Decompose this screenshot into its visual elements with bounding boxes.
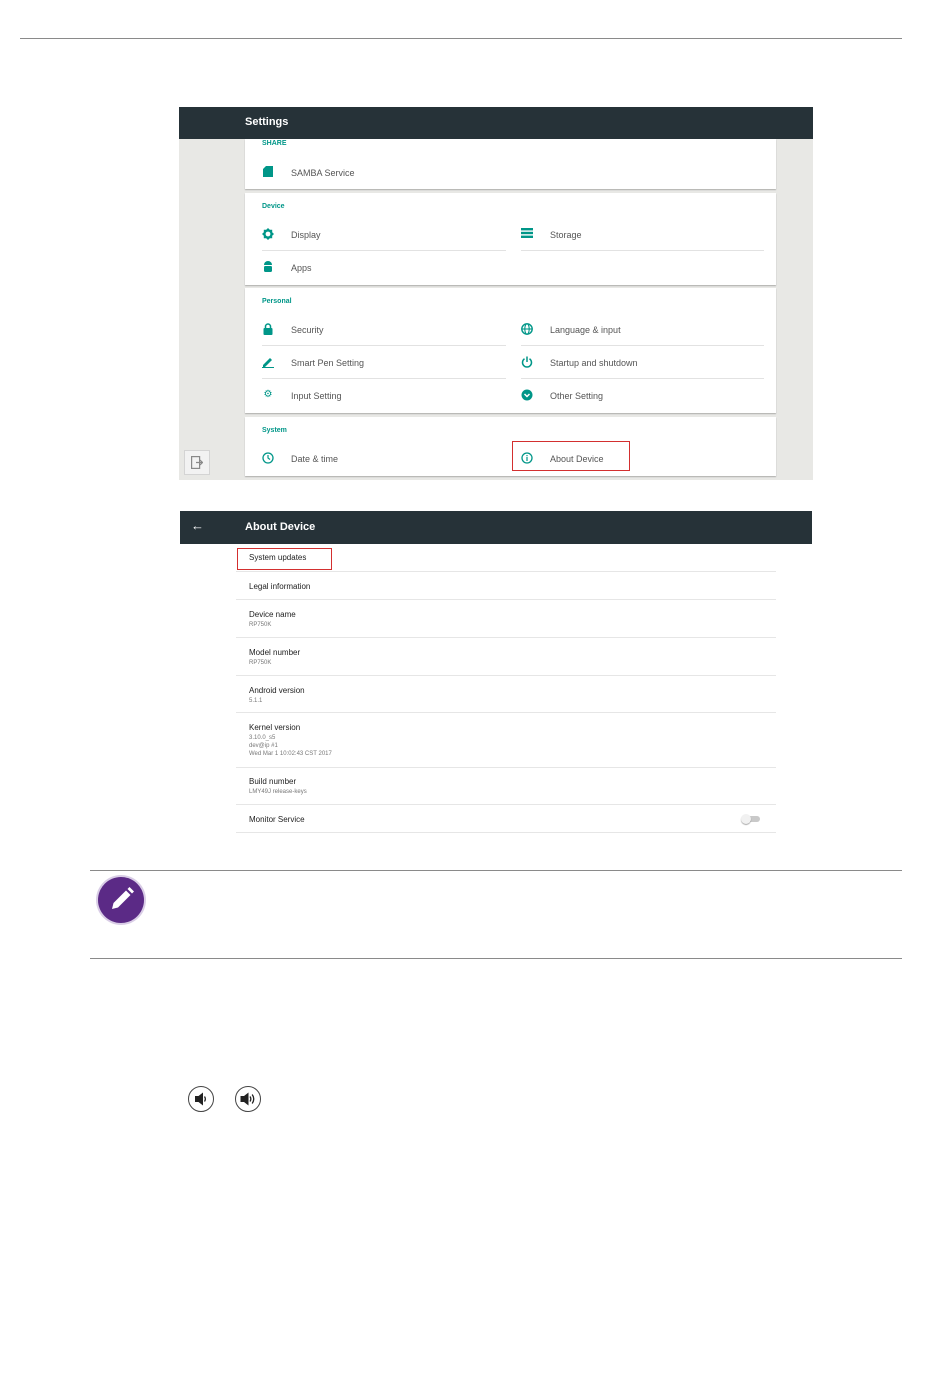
- divider: [236, 832, 776, 833]
- about-row-android-version[interactable]: Android version 5.1.1: [236, 676, 776, 713]
- row-value: Wed Mar 1 10:02:43 CST 2017: [249, 751, 332, 757]
- about-app-bar: ← About Device: [180, 511, 812, 544]
- settings-item-apps[interactable]: Apps: [262, 251, 506, 284]
- chevron-down-circle-icon: [521, 389, 533, 401]
- pencil-note-icon: [98, 877, 144, 923]
- exit-icon: [191, 456, 204, 474]
- system-updates-highlight: [237, 548, 332, 570]
- settings-item-storage[interactable]: Storage: [521, 218, 764, 251]
- device-section-header: Device: [262, 203, 285, 210]
- settings-title: Settings: [245, 116, 289, 128]
- row-value: 5.1.1: [249, 698, 263, 704]
- divider: [521, 250, 764, 251]
- about-row-build-number[interactable]: Build number LMY49J release-keys: [236, 768, 776, 805]
- row-value: 3.10.0_s5: [249, 735, 276, 741]
- toggle-knob: [741, 814, 751, 824]
- row-title: Android version: [249, 686, 305, 695]
- row-value: RP750K: [249, 622, 272, 628]
- note-top-rule: [90, 870, 902, 871]
- settings-item-label: Language & input: [550, 325, 621, 335]
- pen-icon: [262, 356, 274, 368]
- share-card: SHARE SAMBA Service: [245, 139, 776, 189]
- about-device-highlight: [512, 441, 630, 471]
- settings-item-smart-pen-setting[interactable]: Smart Pen Setting: [262, 346, 506, 379]
- row-title: Legal information: [249, 582, 311, 591]
- volume-down-icon: [188, 1086, 214, 1112]
- settings-item-label: SAMBA Service: [291, 168, 355, 178]
- settings-item-label: Input Setting: [291, 391, 342, 401]
- settings-item-label: Security: [291, 325, 324, 335]
- gear-icon: ⚙: [263, 389, 273, 400]
- settings-item-security[interactable]: Security: [262, 313, 506, 346]
- settings-item-input-setting[interactable]: ⚙ Input Setting: [262, 379, 506, 412]
- volume-up-icon: [235, 1086, 261, 1112]
- about-row-monitor-service[interactable]: Monitor Service: [236, 805, 776, 833]
- globe-icon: [521, 323, 533, 335]
- power-icon: [521, 356, 533, 368]
- row-value: RP750K: [249, 660, 272, 666]
- device-card: Device Display Storage Apps: [245, 193, 776, 285]
- settings-item-samba-service[interactable]: SAMBA Service: [262, 156, 502, 189]
- about-row-legal-information[interactable]: Legal information: [236, 572, 776, 600]
- row-value: LMY49J release-keys: [249, 789, 307, 795]
- settings-item-label: Smart Pen Setting: [291, 358, 365, 368]
- settings-app-bar: Settings: [179, 107, 813, 139]
- about-row-device-name[interactable]: Device name RP750K: [236, 600, 776, 638]
- settings-item-startup-shutdown[interactable]: Startup and shutdown: [521, 346, 764, 379]
- settings-item-language-input[interactable]: Language & input: [521, 313, 764, 346]
- about-row-model-number[interactable]: Model number RP750K: [236, 638, 776, 676]
- brightness-icon: [262, 228, 274, 240]
- top-rule: [20, 38, 902, 39]
- clock-icon: [262, 452, 274, 464]
- settings-item-label: Apps: [291, 263, 312, 273]
- settings-item-label: Display: [291, 230, 321, 240]
- settings-item-label: Startup and shutdown: [550, 358, 638, 368]
- settings-item-label: Storage: [550, 230, 582, 240]
- settings-item-label: Date & time: [291, 454, 339, 464]
- about-device-screenshot: ← About Device System updates Legal info…: [180, 511, 812, 836]
- row-value: dev@ip #1: [249, 743, 278, 749]
- settings-item-display[interactable]: Display: [262, 218, 506, 251]
- system-card: System Date & time About Device: [245, 417, 776, 476]
- personal-card: Personal Security Language & input Smart…: [245, 288, 776, 413]
- share-section-header: SHARE: [262, 140, 287, 147]
- sd-card-icon: [262, 166, 274, 178]
- system-section-header: System: [262, 427, 287, 434]
- settings-item-other-setting[interactable]: Other Setting: [521, 379, 764, 412]
- monitor-service-toggle[interactable]: [741, 814, 760, 824]
- about-title: About Device: [245, 521, 316, 533]
- settings-item-label: Other Setting: [550, 391, 604, 401]
- settings-item-date-time[interactable]: Date & time: [262, 442, 506, 475]
- android-icon: [262, 261, 274, 273]
- storage-list-icon: [521, 228, 533, 240]
- back-arrow-icon[interactable]: ←: [191, 518, 204, 533]
- lock-icon: [262, 323, 274, 335]
- about-row-kernel-version[interactable]: Kernel version 3.10.0_s5 dev@ip #1 Wed M…: [236, 713, 776, 768]
- row-title: Kernel version: [249, 723, 301, 732]
- settings-screenshot: Settings SHARE SAMBA Service Device Disp…: [179, 107, 813, 480]
- personal-section-header: Personal: [262, 298, 292, 305]
- row-title: Build number: [249, 777, 297, 786]
- exit-button[interactable]: [184, 450, 210, 475]
- row-title: Monitor Service: [249, 815, 305, 824]
- row-title: Device name: [249, 610, 296, 619]
- note-bottom-rule: [90, 958, 902, 959]
- row-title: Model number: [249, 648, 301, 657]
